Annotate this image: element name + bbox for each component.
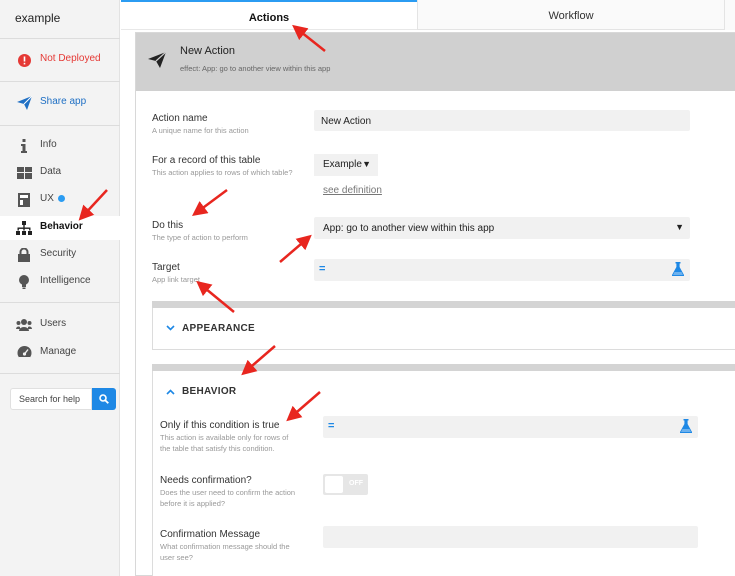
condition-label: Only if this condition is true [160,420,280,431]
table-label: For a record of this table [152,155,261,166]
notification-dot [57,194,65,202]
sidebar-item-label: Info [40,139,57,150]
deploy-status[interactable]: Not Deployed [0,48,120,72]
divider [0,302,120,303]
caret-down-icon: ▼ [362,159,371,169]
bulb-icon [16,274,32,290]
hierarchy-icon [16,220,32,236]
share-app-button[interactable]: Share app [0,91,120,115]
divider [0,81,120,82]
confirmation-message-help: What confirmation message should the [160,542,290,551]
sidebar-item-label: Manage [40,346,77,357]
ux-icon [16,192,32,208]
confirmation-message-label: Confirmation Message [160,529,261,540]
confirmation-label: Needs confirmation? [160,475,252,486]
do-this-label: Do this [152,220,184,231]
condition-expression-input[interactable]: = [323,416,698,438]
search-icon [99,394,109,404]
sidebar-item-ux[interactable]: UX [0,188,120,212]
condition-help: the table that satisfy this condition. [160,444,275,453]
sidebar-item-intelligence[interactable]: Intelligence [0,270,120,294]
search-button[interactable] [92,388,116,410]
equals-icon: = [319,263,326,275]
confirmation-help: before it is applied? [160,499,226,508]
equals-icon: = [328,420,335,432]
sidebar-item-behavior[interactable]: Behavior [0,216,120,240]
sidebar-item-label-wrap: UX [40,193,65,204]
confirmation-message-help: user see? [160,553,193,562]
toggle-state: OFF [349,480,363,487]
behavior-section: BEHAVIOR Only if this condition is true … [152,371,735,576]
error-icon [16,52,32,68]
lock-icon [16,247,32,263]
target-expression-input[interactable]: = [314,259,690,281]
users-icon [16,317,32,333]
behavior-title[interactable]: BEHAVIOR [182,386,236,397]
action-header[interactable]: New Action effect: App: go to another vi… [136,33,735,91]
target-label: Target [152,262,180,273]
table-select-value: Example [323,159,362,170]
sidebar-item-info[interactable]: Info [0,134,120,158]
sidebar-item-label: Users [40,318,67,329]
confirmation-message-input[interactable] [323,526,698,548]
chevron-up-icon[interactable] [166,387,175,397]
section-divider [152,364,735,371]
app-name: example [15,11,61,25]
sidebar-item-security[interactable]: Security [0,243,120,267]
sidebar-item-users[interactable]: Users [0,313,120,337]
action-name-input[interactable]: New Action [314,110,690,131]
flask-icon[interactable] [680,419,692,436]
needs-confirmation-toggle[interactable]: OFF [323,474,368,495]
action-editor: New Action effect: App: go to another vi… [135,32,735,576]
target-help: App link target [152,275,200,284]
sidebar-item-label: Security [40,248,77,259]
do-this-help: The type of action to perform [152,233,248,242]
table-icon [16,165,32,181]
section-divider [152,301,735,308]
dashboard-icon [16,345,32,361]
divider [0,125,120,126]
toggle-knob [325,476,343,493]
tab-bar: Actions Workflow [121,0,735,30]
action-title: New Action [180,45,236,57]
flask-icon[interactable] [672,262,684,279]
see-definition-link[interactable]: see definition [323,185,382,196]
sidebar-item-label: Behavior [40,221,83,232]
action-effect: effect: App: go to another view within t… [180,64,331,73]
action-name-label: Action name [152,113,208,124]
sidebar-item-label: Data [40,166,62,177]
caret-down-icon: ▼ [675,222,684,232]
tab-actions[interactable]: Actions [121,0,417,30]
sidebar-item-label: UX [40,193,54,204]
deploy-status-label: Not Deployed [40,53,101,64]
divider [0,373,120,374]
condition-help: This action is available only for rows o… [160,433,289,442]
action-name-help: A unique name for this action [152,126,249,135]
search-input[interactable]: Search for help [10,388,92,410]
tab-workflow[interactable]: Workflow [417,0,725,30]
confirmation-help: Does the user need to confirm the action [160,488,296,497]
table-help: This action applies to rows of which tab… [152,168,293,177]
paper-plane-icon [148,51,167,71]
sidebar: example Not Deployed Share app Info Data… [0,0,120,576]
do-this-select[interactable]: App: go to another view within this app … [314,217,690,239]
appearance-title: APPEARANCE [182,323,256,334]
sidebar-item-data[interactable]: Data [0,161,120,185]
share-app-label: Share app [40,96,87,107]
chevron-down-icon [166,323,175,333]
do-this-value: App: go to another view within this app [323,223,495,234]
sidebar-item-label: Intelligence [40,275,91,286]
info-icon [16,138,32,154]
appearance-section[interactable]: APPEARANCE [152,308,735,350]
sidebar-item-manage[interactable]: Manage [0,341,120,365]
paper-plane-icon [16,95,32,111]
divider [0,38,120,39]
table-select[interactable]: Example ▼ [314,154,378,176]
